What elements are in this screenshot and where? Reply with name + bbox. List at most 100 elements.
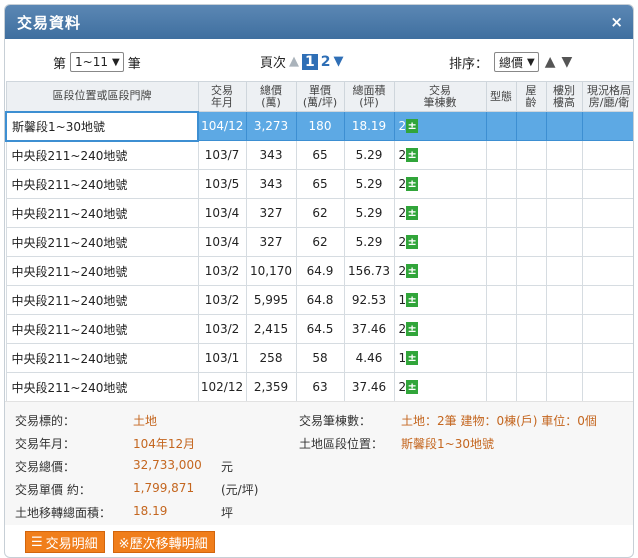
cell-count: 2 ± (393, 111, 487, 141)
col-header-unit-price[interactable]: 單價 (萬/坪) (295, 81, 345, 112)
table-row[interactable]: 中央段211~240地號 103/1 258 58 4.46 1 ± (5, 343, 633, 373)
expand-plus-icon[interactable]: ± (406, 264, 419, 278)
count-value: 2 (398, 380, 407, 394)
target-label: 交易標的： (15, 414, 76, 428)
action-buttons: ☰ 交易明細 ※歷次移轉明細 (25, 531, 215, 553)
page-label: 頁次 (260, 56, 287, 71)
expand-plus-icon[interactable]: ± (406, 206, 419, 220)
cell-location: 中央段211~240地號 (5, 227, 199, 257)
cell-area: 5.29 (343, 169, 395, 199)
cell-date: 103/7 (197, 140, 247, 170)
transfer-history-button[interactable]: ※歷次移轉明細 (112, 531, 215, 553)
table-row[interactable]: 中央段211~240地號 103/2 10,170 64.9 156.73 2 ± (5, 256, 633, 286)
cell-layout (581, 285, 633, 315)
cell-age (515, 169, 547, 199)
expand-plus-icon[interactable]: ± (406, 322, 419, 336)
date-label: 交易年月： (15, 437, 76, 451)
cell-area: 156.73 (343, 256, 395, 286)
cell-count: 1 ± (393, 343, 487, 373)
expand-plus-icon[interactable]: ± (406, 235, 419, 249)
prev-page-icon[interactable]: ▲ (289, 54, 299, 69)
sort-descending-icon[interactable]: ▼ (562, 54, 573, 70)
table-row[interactable]: 中央段211~240地號 103/5 343 65 5.29 2 ± (5, 169, 633, 199)
cell-type (485, 227, 517, 257)
count-value: 2 (398, 235, 407, 249)
expand-plus-icon[interactable]: ± (406, 293, 419, 307)
cell-count: 2 ± (393, 256, 487, 286)
cell-floor (545, 256, 583, 286)
cell-location: 中央段211~240地號 (5, 256, 199, 286)
col-header-age[interactable]: 屋齡 (515, 81, 547, 112)
expand-plus-icon[interactable]: ± (406, 148, 419, 162)
cell-count: 2 ± (393, 314, 487, 344)
table-row[interactable]: 中央段211~240地號 103/4 327 62 5.29 2 ± (5, 198, 633, 228)
table-row[interactable]: 中央段211~240地號 103/2 5,995 64.8 92.53 1 ± (5, 285, 633, 315)
cell-unit-price: 62 (295, 198, 345, 228)
col-header-layout[interactable]: 現況格局 房/廳/衛 (581, 81, 633, 112)
table-header-row: 區段位置或區段門牌 交易 年月 總價 (萬) 單價 (萬/坪) 總面積 (坪) 交易 筆棟… (5, 81, 633, 112)
count-value: 2 (398, 264, 407, 278)
cell-total: 3,273 (245, 111, 297, 141)
table-row[interactable]: 中央段211~240地號 103/2 2,415 64.5 37.46 2 ± (5, 314, 633, 344)
close-icon[interactable]: × (610, 13, 623, 31)
col-header-type[interactable]: 型態 (485, 81, 517, 112)
expand-plus-icon[interactable]: ± (406, 119, 419, 133)
cell-date: 104/12 (197, 111, 247, 141)
expand-plus-icon[interactable]: ± (406, 177, 419, 191)
cell-floor (545, 198, 583, 228)
cell-unit-price: 62 (295, 227, 345, 257)
range-selector: 第 1~11 ▼ 筆 (53, 52, 141, 72)
cell-age (515, 343, 547, 373)
expand-plus-icon[interactable]: ± (406, 380, 419, 394)
cell-age (515, 372, 547, 402)
count-value: 1 (398, 293, 407, 307)
table-row[interactable]: 中央段211~240地號 103/4 327 62 5.29 2 ± (5, 227, 633, 257)
col-header-location[interactable]: 區段位置或區段門牌 (5, 81, 199, 112)
cell-location: 斯馨段1~30地號 (5, 110, 199, 142)
col-header-count[interactable]: 交易 筆棟數 (393, 81, 487, 112)
cell-date: 103/4 (197, 227, 247, 257)
col-header-date[interactable]: 交易 年月 (197, 81, 247, 112)
cell-area: 5.29 (343, 140, 395, 170)
area-unit: 坪 (221, 506, 234, 520)
table-row[interactable]: 斯馨段1~30地號 104/12 3,273 180 18.19 2 ± (5, 110, 633, 142)
cell-layout (581, 169, 633, 199)
cell-layout (581, 372, 633, 402)
location-value: 斯馨段1~30地號 (401, 437, 494, 451)
sort-ascending-icon[interactable]: ▲ (545, 54, 556, 70)
cell-floor (545, 372, 583, 402)
sort-select[interactable]: 總價 ▼ (494, 52, 539, 72)
col-header-floor[interactable]: 樓別 樓高 (545, 81, 583, 112)
target-value: 土地 (133, 414, 158, 428)
pagination: 頁次 ▲ 1 2 ▼ (260, 52, 344, 71)
range-select[interactable]: 1~11 ▼ (70, 52, 124, 72)
table-row[interactable]: 中央段211~240地號 103/7 343 65 5.29 2 ± (5, 140, 633, 170)
cell-unit-price: 180 (295, 111, 345, 141)
next-page-icon[interactable]: ▼ (334, 54, 344, 69)
page-2-link[interactable]: 2 (321, 54, 331, 70)
count-label: 交易筆棟數： (299, 414, 372, 428)
cell-unit-price: 58 (295, 343, 345, 373)
range-suffix: 筆 (127, 56, 141, 72)
cell-type (485, 140, 517, 170)
cell-location: 中央段211~240地號 (5, 198, 199, 228)
transaction-detail-button[interactable]: ☰ 交易明細 (25, 531, 105, 553)
count-value: 2 (398, 119, 407, 133)
expand-plus-icon[interactable]: ± (406, 351, 419, 365)
cell-area: 37.46 (343, 372, 395, 402)
page-current[interactable]: 1 (302, 53, 318, 70)
window-title: 交易資料 (17, 13, 82, 32)
table-row[interactable]: 中央段211~240地號 102/12 2,359 63 37.46 2 ± (5, 372, 633, 402)
cell-layout (581, 198, 633, 228)
toolbar: 第 1~11 ▼ 筆 頁次 ▲ 1 2 ▼ 排序： 總價 ▼ ▲ ▼ (5, 49, 633, 75)
transaction-table: 區段位置或區段門牌 交易 年月 總價 (萬) 單價 (萬/坪) 總面積 (坪) 交易 筆棟… (5, 81, 633, 402)
area-label: 土地移轉總面積： (15, 506, 112, 520)
transfer-history-label: ※歷次移轉明細 (118, 536, 208, 552)
col-header-total[interactable]: 總價 (萬) (245, 81, 297, 112)
col-header-area[interactable]: 總面積 (坪) (343, 81, 395, 112)
cell-type (485, 256, 517, 286)
cell-count: 1 ± (393, 285, 487, 315)
cell-location: 中央段211~240地號 (5, 314, 199, 344)
count-value: 1 (398, 351, 407, 365)
area-value: 18.19 (133, 504, 168, 518)
